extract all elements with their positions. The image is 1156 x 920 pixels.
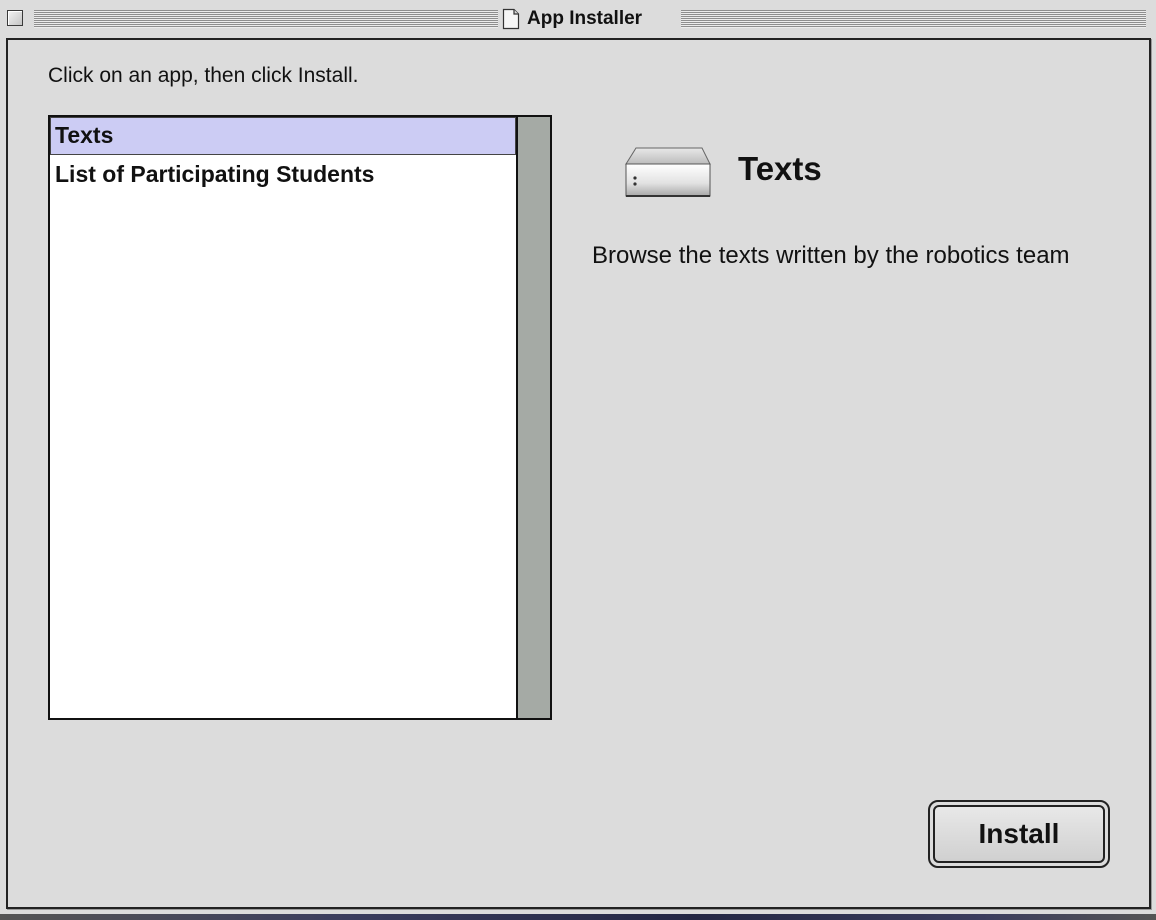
app-list[interactable]: Texts List of Participating Students — [48, 115, 552, 720]
window-title-group: App Installer — [502, 6, 642, 32]
install-button[interactable]: Install — [928, 800, 1110, 868]
close-box[interactable] — [7, 10, 23, 26]
app-detail-title: Texts — [738, 150, 822, 187]
install-button-label: Install — [933, 805, 1105, 863]
document-icon — [502, 8, 520, 30]
desktop-background — [0, 914, 1156, 920]
app-list-items: Texts List of Participating Students — [50, 117, 516, 193]
title-bar-stripes-right — [681, 10, 1146, 28]
window-title: App Installer — [527, 8, 643, 29]
title-bar[interactable]: App Installer — [0, 0, 1156, 38]
app-installer-window: App Installer Click on an app, then clic… — [0, 0, 1156, 914]
title-bar-stripes-left — [34, 10, 498, 28]
hard-drive-icon — [625, 147, 711, 197]
list-item-texts[interactable]: Texts — [50, 117, 516, 155]
list-item-participating-students[interactable]: List of Participating Students — [50, 155, 516, 193]
app-detail-description: Browse the texts written by the robotics… — [592, 242, 1070, 269]
instructions-text: Click on an app, then click Install. — [48, 64, 359, 87]
app-list-scrollbar[interactable] — [516, 117, 550, 718]
